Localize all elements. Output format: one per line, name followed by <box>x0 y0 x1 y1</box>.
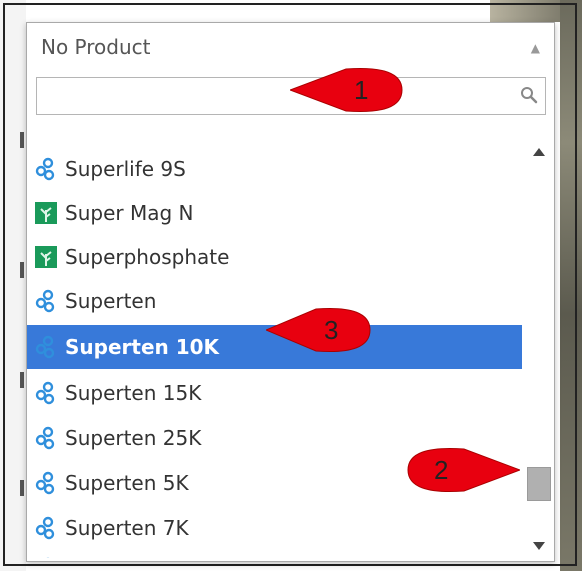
list-item-label: Superten 5K <box>65 471 189 495</box>
plant-icon <box>33 244 59 270</box>
list-item[interactable]: Superlife 9S <box>27 147 522 191</box>
scroll-down-arrow[interactable] <box>525 535 553 557</box>
molecule-icon <box>33 425 59 451</box>
molecule-icon <box>33 334 59 360</box>
callout-2: 2 <box>404 447 522 493</box>
list-item[interactable]: Superten 15K <box>27 371 522 415</box>
molecule-icon <box>33 156 59 182</box>
product-select[interactable]: No Product ▲ <box>27 23 554 71</box>
scroll-up-arrow[interactable] <box>525 141 553 163</box>
callout-shape <box>407 447 522 493</box>
list-item-label: Super Mag N <box>65 201 194 225</box>
list-item[interactable]: Super Mag N <box>27 191 522 235</box>
selected-value: No Product <box>41 35 151 59</box>
callout-1: 1 <box>288 67 406 113</box>
list-item-label: Superten 15K <box>65 381 202 405</box>
caret-up-icon: ▲ <box>530 41 540 55</box>
molecule-icon <box>33 288 59 314</box>
callout-shape <box>264 307 371 353</box>
molecule-icon <box>33 515 59 541</box>
search-input[interactable] <box>39 80 513 112</box>
plant-icon <box>33 200 59 226</box>
molecule-icon <box>33 556 59 558</box>
list-item-label: Superten 7K <box>65 516 189 540</box>
list-item[interactable]: Superphosphate <box>27 235 522 279</box>
list-item-label: Superphosphate <box>65 245 230 269</box>
list-scrollbar[interactable] <box>525 129 553 559</box>
list-item-label: Superten 10K <box>65 335 220 359</box>
list-item-label: Superlife 9S <box>65 157 186 181</box>
list-item[interactable]: Superten 7K <box>27 506 522 550</box>
list-item-label: Superten <box>65 289 157 313</box>
callout-3: 3 <box>264 307 374 353</box>
callout-number: 2 <box>434 455 449 485</box>
callout-shape <box>288 67 403 113</box>
callout-number: 3 <box>324 315 339 345</box>
list-item-label: Superten 25K <box>65 426 202 450</box>
molecule-icon <box>33 470 59 496</box>
scrollbar-thumb[interactable] <box>527 467 551 501</box>
callout-number: 1 <box>354 75 369 105</box>
search-icon <box>521 87 538 104</box>
list-item-partial[interactable] <box>27 547 522 558</box>
molecule-icon <box>33 380 59 406</box>
